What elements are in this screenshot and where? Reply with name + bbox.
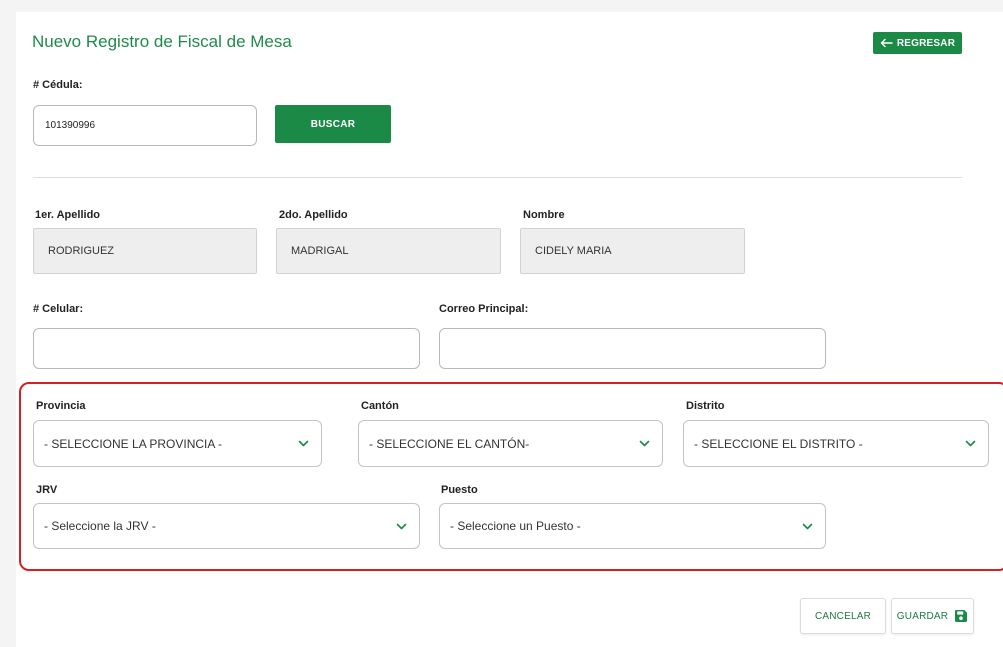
distrito-label: Distrito [686, 400, 725, 412]
puesto-label: Puesto [441, 484, 478, 496]
nombre-field: CIDELY MARIA [520, 228, 745, 274]
chevron-down-icon [802, 523, 813, 529]
chevron-down-icon [965, 440, 976, 447]
correo-input[interactable] [439, 328, 826, 369]
apellido1-label: 1er. Apellido [35, 209, 101, 221]
canton-select[interactable]: - SELECCIONE EL CANTÓN- [358, 420, 663, 467]
provincia-label: Provincia [36, 400, 86, 412]
canton-label: Cantón [361, 400, 399, 412]
puesto-select[interactable]: - Seleccione un Puesto - [439, 503, 826, 549]
chevron-down-icon [639, 440, 650, 447]
canton-selected-value: - SELECCIONE EL CANTÓN- [369, 436, 530, 451]
provincia-selected-value: - SELECCIONE LA PROVINCIA - [44, 436, 223, 451]
jrv-selected-value: - Seleccione la JRV - [44, 519, 156, 533]
save-button[interactable]: GUARDAR [891, 598, 974, 634]
puesto-selected-value: - Seleccione un Puesto - [450, 519, 581, 533]
jrv-label: JRV [36, 484, 58, 496]
celular-label: # Celular: [33, 303, 84, 315]
chevron-down-icon [396, 523, 407, 529]
cancel-button-label: CANCELAR [814, 610, 872, 622]
chevron-down-icon [298, 440, 309, 447]
arrow-left-icon [880, 38, 893, 48]
celular-input[interactable] [33, 328, 420, 369]
apellido2-field: MADRIGAL [276, 228, 501, 274]
distrito-select[interactable]: - SELECCIONE EL DISTRITO - [683, 420, 989, 467]
back-button[interactable]: REGRESAR [873, 32, 962, 54]
floppy-disk-icon [955, 610, 968, 622]
page-title: Nuevo Registro de Fiscal de Mesa [32, 32, 292, 51]
cedula-label: # Cédula: [33, 79, 83, 91]
provincia-select[interactable]: - SELECCIONE LA PROVINCIA - [33, 420, 322, 467]
section-divider [33, 177, 962, 178]
cancel-button[interactable]: CANCELAR [800, 598, 886, 634]
nombre-label: Nombre [523, 209, 565, 221]
back-button-label: REGRESAR [896, 37, 956, 49]
correo-label: Correo Principal: [439, 303, 529, 315]
search-button[interactable]: BUSCAR [275, 105, 391, 143]
save-button-label: GUARDAR [896, 610, 949, 622]
apellido1-field: RODRIGUEZ [33, 228, 257, 274]
distrito-selected-value: - SELECCIONE EL DISTRITO - [694, 436, 863, 451]
jrv-select[interactable]: - Seleccione la JRV - [33, 503, 420, 549]
registration-card: Nuevo Registro de Fiscal de Mesa REGRESA… [16, 12, 1003, 647]
cedula-input[interactable] [33, 105, 257, 146]
apellido2-label: 2do. Apellido [279, 209, 348, 221]
